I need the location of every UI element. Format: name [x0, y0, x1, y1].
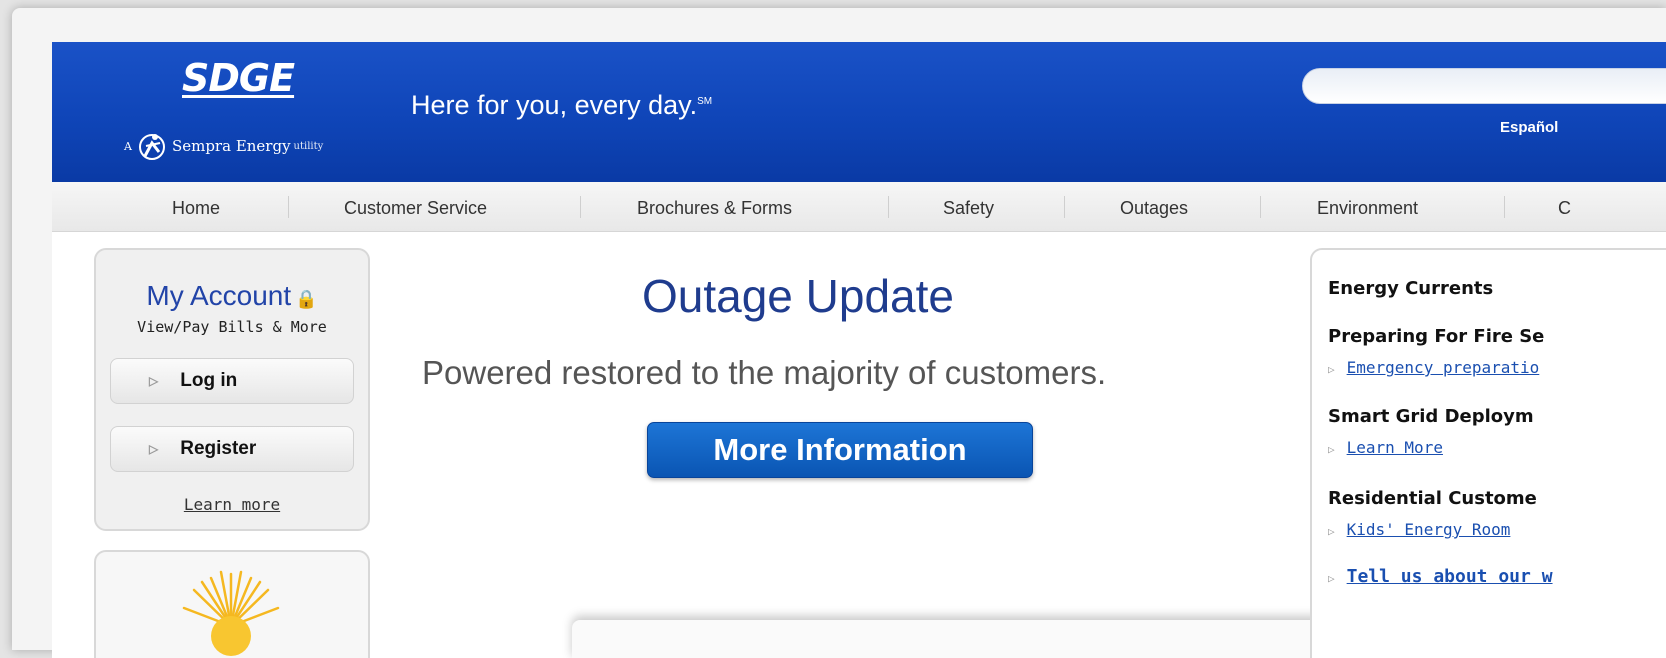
- nav-item-safety[interactable]: Safety: [943, 198, 994, 219]
- link-emergency-preparation-label: Emergency preparatio: [1346, 358, 1540, 377]
- nav-item-home[interactable]: Home: [172, 198, 220, 219]
- logo-company-text: Sempra Energy: [171, 137, 291, 155]
- arrow-right-icon: ▷: [1328, 525, 1335, 538]
- learn-more-link[interactable]: Learn more: [96, 495, 368, 514]
- lock-icon: 🔒: [295, 289, 318, 309]
- outage-title: Outage Update: [642, 270, 955, 322]
- nav-item-customer-service[interactable]: Customer Service: [344, 198, 487, 219]
- tagline-text: Here for you, every day.: [411, 90, 698, 120]
- browser-window: SDGE A Sempra Energy utility Here for yo…: [12, 8, 1666, 658]
- search-input[interactable]: [1302, 68, 1666, 104]
- web-page: SDGE A Sempra Energy utility Here for yo…: [52, 42, 1666, 658]
- section-title-residential: Residential Custome: [1328, 488, 1537, 509]
- link-kids-energy-room-label: Kids' Energy Room: [1346, 520, 1511, 539]
- section-title-smart-grid: Smart Grid Deploym: [1328, 406, 1534, 427]
- energy-currents-panel: Energy Currents Preparing For Fire Se ▷ E…: [1310, 248, 1666, 658]
- link-emergency-preparation[interactable]: ▷ Emergency preparatio: [1328, 358, 1539, 377]
- sun-icon: [182, 570, 280, 656]
- tagline: Here for you, every day.SM: [411, 90, 712, 121]
- link-learn-more-label: Learn More: [1346, 438, 1443, 457]
- nav-item-brochures-forms[interactable]: Brochures & Forms: [637, 198, 792, 219]
- my-account-panel: My Account 🔒 View/Pay Bills & More ▷ Log …: [94, 248, 370, 531]
- logo-a-text: A: [124, 139, 132, 153]
- link-tell-us-label: Tell us about our w: [1346, 566, 1553, 587]
- sempra-emblem-icon: [138, 134, 165, 160]
- nav-divider: [1260, 196, 1261, 218]
- link-learn-more[interactable]: ▷ Learn More: [1328, 438, 1443, 457]
- arrow-right-icon: ▷: [1328, 572, 1335, 585]
- sempra-logo: A Sempra Energy utility: [124, 130, 323, 162]
- sdge-logo[interactable]: SDGE: [182, 56, 295, 100]
- overlay-panel: [572, 620, 1332, 658]
- nav-item-environment[interactable]: Environment: [1317, 198, 1418, 219]
- arrow-right-icon: ▷: [149, 374, 159, 388]
- promo-panel[interactable]: [94, 550, 370, 658]
- site-header: SDGE A Sempra Energy utility Here for yo…: [52, 42, 1666, 182]
- account-subtitle: View/Pay Bills & More: [137, 318, 327, 336]
- nav-divider: [580, 196, 581, 218]
- arrow-right-icon: ▷: [1328, 443, 1335, 456]
- arrow-right-icon: ▷: [149, 442, 159, 456]
- outage-subtitle: Powered restored to the majority of cust…: [422, 354, 1107, 391]
- nav-divider: [888, 196, 889, 218]
- logo-utility-text: utility: [293, 140, 324, 152]
- login-label: Log in: [180, 370, 238, 391]
- nav-divider: [1064, 196, 1065, 218]
- login-button[interactable]: ▷ Log in: [110, 358, 354, 404]
- section-title-fire-safety: Preparing For Fire Se: [1328, 326, 1545, 347]
- account-title-text: My Account: [146, 280, 292, 311]
- service-mark: SM: [697, 96, 713, 107]
- account-title: My Account 🔒: [96, 280, 368, 312]
- nav-item-truncated[interactable]: C: [1558, 198, 1571, 219]
- register-label: Register: [180, 438, 257, 459]
- language-link[interactable]: Español: [1500, 119, 1558, 136]
- arrow-right-icon: ▷: [1328, 363, 1335, 376]
- nav-divider: [288, 196, 289, 218]
- link-kids-energy-room[interactable]: ▷ Kids' Energy Room: [1328, 520, 1510, 539]
- energy-currents-heading: Energy Currents: [1328, 278, 1494, 299]
- more-information-button[interactable]: More Information: [647, 422, 1033, 478]
- nav-divider: [1504, 196, 1505, 218]
- register-button[interactable]: ▷ Register: [110, 426, 354, 472]
- nav-item-outages[interactable]: Outages: [1120, 198, 1188, 219]
- main-nav: Home Customer Service Brochures & Forms …: [52, 182, 1666, 232]
- link-tell-us[interactable]: ▷ Tell us about our w: [1328, 566, 1553, 587]
